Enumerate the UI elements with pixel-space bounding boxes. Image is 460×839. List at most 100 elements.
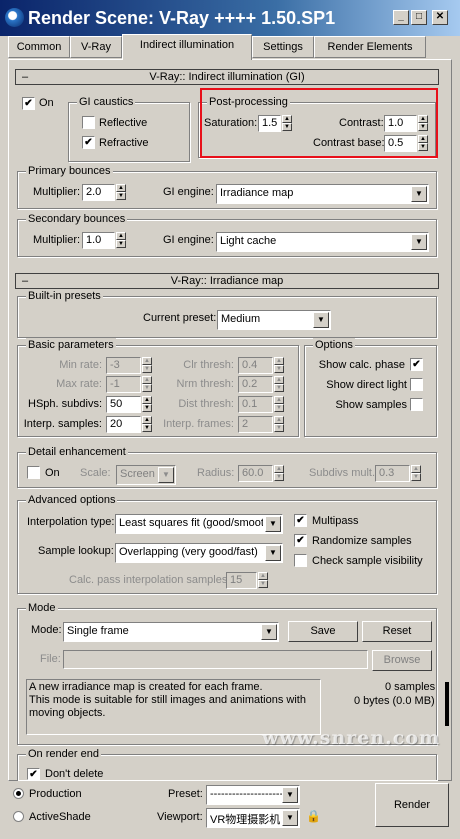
close-button[interactable]: ✕ [432,10,448,25]
lock-icon[interactable]: 🔒 [306,809,321,825]
min-rate-spinner[interactable]: -3 ▲ ▼ [106,357,154,374]
multipass-label: Multipass [312,515,359,527]
chevron-down-icon[interactable]: ▼ [265,516,281,532]
radius-value[interactable]: 60.0 [238,465,273,482]
preset-dropdown[interactable]: -------------------- ▼ [206,785,300,805]
secondary-engine-dropdown[interactable]: Light cache ▼ [216,232,429,252]
watermark-text: www.snren.com [262,727,441,749]
multipass-checkbox[interactable]: ✔ [294,514,307,527]
viewport-value: VR物理摄影机 [210,814,281,826]
tab-settings[interactable]: Settings [252,36,314,58]
primary-multiplier-spinner[interactable]: 2.0 ▲ ▼ [82,184,128,201]
secondary-multiplier-value[interactable]: 1.0 [82,232,115,249]
mode-dropdown[interactable]: Single frame ▼ [63,622,279,642]
chevron-down-icon[interactable]: ▼ [411,186,427,202]
show-direct-light-checkbox[interactable] [410,378,423,391]
hsph-subdivs-spinner[interactable]: 50 ▲ ▼ [106,396,154,413]
detail-on-checkbox[interactable] [27,466,40,479]
chevron-down-icon[interactable]: ▼ [261,624,277,640]
file-field[interactable] [63,650,368,669]
viewport-dropdown[interactable]: VR物理摄影机 ▼ [206,808,300,828]
primary-engine-value: Irradiance map [220,187,294,199]
show-direct-light-label: Show direct light [326,379,407,391]
dist-thresh-value[interactable]: 0.1 [238,396,273,413]
production-radio[interactable] [13,788,24,799]
primary-engine-dropdown[interactable]: Irradiance map ▼ [216,184,429,204]
activeshade-radio[interactable] [13,811,24,822]
check-sample-visibility-checkbox[interactable] [294,554,307,567]
scale-label: Scale: [80,467,111,479]
gi-rollout-header[interactable]: – V-Ray:: Indirect illumination (GI) [15,69,439,85]
dist-thresh-spinner[interactable]: 0.1 ▲ ▼ [238,396,286,413]
render-button[interactable]: Render [375,783,449,827]
subdivs-mult-spinner[interactable]: 0.3 ▲ ▼ [375,465,423,482]
clr-thresh-spinner[interactable]: 0.4 ▲ ▼ [238,357,286,374]
nrm-thresh-spinner[interactable]: 0.2 ▲ ▼ [238,376,286,393]
reflective-label: Reflective [99,117,148,129]
title-bar[interactable]: Render Scene: V-Ray ++++ 1.50.SP1 _ □ ✕ [0,0,460,36]
interp-samples-spinner[interactable]: 20 ▲ ▼ [106,416,154,433]
sample-lookup-dropdown[interactable]: Overlapping (very good/fast) ▼ [115,543,283,563]
samples-count: 0 samples [385,681,436,693]
gi-rollout-title: V-Ray:: Indirect illumination (GI) [149,71,305,83]
primary-multiplier-value[interactable]: 2.0 [82,184,115,201]
tab-render-elements[interactable]: Render Elements [314,36,426,58]
refractive-checkbox[interactable]: ✔ [82,136,95,149]
tab-indirect-illumination[interactable]: Indirect illumination [122,34,252,60]
scale-dropdown[interactable]: Screen ▼ [116,465,176,485]
hsph-subdivs-label: HSph. subdivs: [28,398,102,410]
maximize-button[interactable]: □ [411,10,427,25]
secondary-bounces-title: Secondary bounces [26,212,128,226]
save-button[interactable]: Save [288,621,358,642]
show-samples-checkbox[interactable] [410,398,423,411]
browse-button[interactable]: Browse [372,650,432,671]
tab-common[interactable]: Common [8,36,70,58]
mode-title: Mode [26,601,58,615]
tab-vray[interactable]: V-Ray [70,36,122,58]
interp-frames-spinner[interactable]: 2 ▲ ▼ [238,416,286,433]
chevron-down-icon[interactable]: ▼ [411,234,427,250]
file-label: File: [40,653,61,665]
min-rate-value[interactable]: -3 [106,357,141,374]
primary-multiplier-label: Multiplier: [33,186,81,198]
show-calc-phase-checkbox[interactable]: ✔ [410,358,423,371]
min-rate-label: Min rate: [59,359,102,371]
built-in-presets-title: Built-in presets [26,289,103,303]
chevron-down-icon[interactable]: ▼ [282,810,298,826]
calc-pass-label: Calc. pass interpolation samples: [69,574,231,586]
nrm-thresh-value[interactable]: 0.2 [238,376,273,393]
interpolation-type-label: Interpolation type: [27,516,115,528]
interpolation-type-dropdown[interactable]: Least squares fit (good/smooth ▼ [115,514,283,534]
minimize-button[interactable]: _ [393,10,409,25]
check-sample-visibility-label: Check sample visibility [312,555,423,567]
dont-delete-label: Don't delete [45,768,104,780]
max-rate-spinner[interactable]: -1 ▲ ▼ [106,376,154,393]
chevron-down-icon[interactable]: ▼ [282,787,298,803]
panel-scrollbar[interactable] [445,682,449,726]
reflective-checkbox[interactable] [82,116,95,129]
interp-frames-label: Interp. frames: [163,418,234,430]
max-rate-value[interactable]: -1 [106,376,141,393]
reset-button[interactable]: Reset [362,621,432,642]
interp-samples-value[interactable]: 20 [106,416,141,433]
current-preset-label: Current preset: [143,312,217,324]
calc-pass-spinner[interactable]: 15 ▲ ▼ [226,572,270,589]
activeshade-label: ActiveShade [29,811,91,823]
viewport-label: Viewport: [157,811,203,823]
calc-pass-value[interactable]: 15 [226,572,257,589]
secondary-multiplier-spinner[interactable]: 1.0 ▲ ▼ [82,232,128,249]
randomize-samples-checkbox[interactable]: ✔ [294,534,307,547]
interp-frames-value[interactable]: 2 [238,416,273,433]
radius-spinner[interactable]: 60.0 ▲ ▼ [238,465,286,482]
subdivs-mult-value[interactable]: 0.3 [375,465,410,482]
hsph-subdivs-value[interactable]: 50 [106,396,141,413]
current-preset-dropdown[interactable]: Medium ▼ [217,310,331,330]
chevron-down-icon[interactable]: ▼ [265,545,281,561]
chevron-down-icon[interactable]: ▼ [158,467,174,483]
refractive-label: Refractive [99,137,149,149]
irradiance-rollout-header[interactable]: – V-Ray:: Irradiance map [15,273,439,289]
clr-thresh-value[interactable]: 0.4 [238,357,273,374]
gi-on-checkbox[interactable]: ✔ [22,97,35,110]
dont-delete-checkbox[interactable]: ✔ [27,768,40,780]
chevron-down-icon[interactable]: ▼ [313,312,329,328]
